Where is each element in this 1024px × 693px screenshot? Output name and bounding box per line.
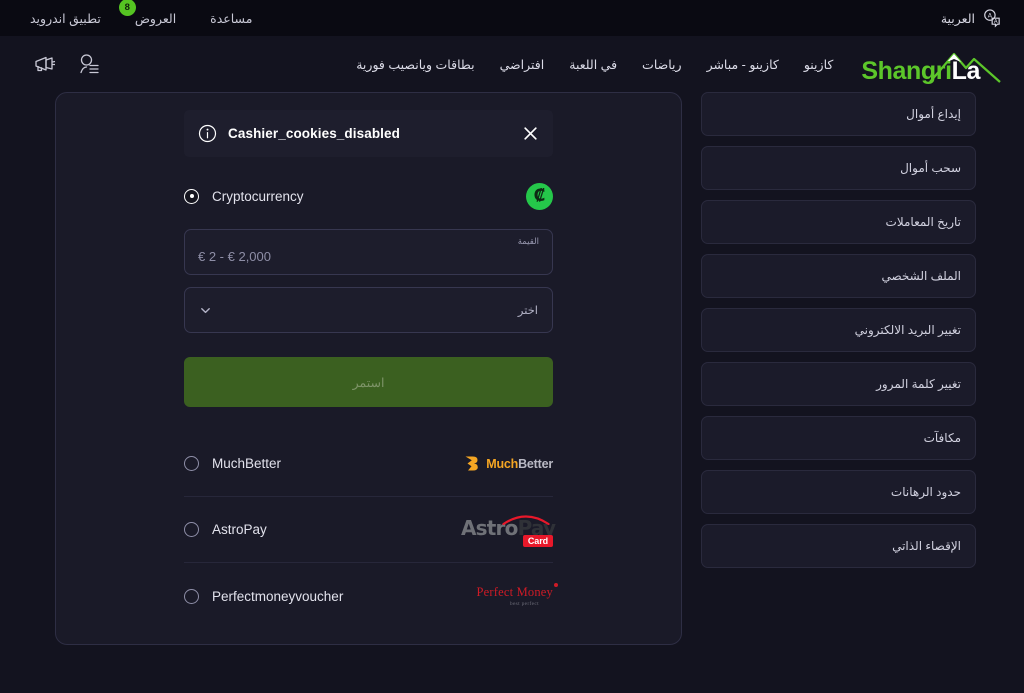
topbar-link-promotions[interactable]: العروض 8	[118, 0, 177, 26]
sidebar-item-label: تغيير كلمة المرور	[876, 377, 961, 391]
muchbetter-mark-icon	[465, 456, 479, 471]
language-switcher[interactable]: A A العربية	[941, 8, 1002, 28]
account-icon[interactable]	[76, 51, 102, 77]
svg-text:A: A	[988, 13, 993, 20]
cashier-card-inner: Cashier_cookies_disabled Cryptocurrency …	[56, 110, 681, 629]
nav-item-in-play[interactable]: في اللعبة	[569, 57, 617, 72]
sidebar-item-label: الملف الشخصي	[881, 269, 961, 283]
perfectmoney-dot-icon	[554, 583, 558, 588]
amount-input-label: القيمة	[517, 236, 539, 246]
translate-icon: A A	[982, 8, 1002, 28]
radio-perfectmoneyvoucher[interactable]	[184, 588, 199, 604]
close-icon[interactable]	[522, 125, 539, 142]
cashier-card: Cashier_cookies_disabled Cryptocurrency …	[55, 92, 682, 645]
payment-method-perfectmoneyvoucher[interactable]: Perfectmoneyvoucher Perfect Money best p…	[184, 563, 558, 629]
topbar-link-android-app[interactable]: تطبيق اندرويد	[30, 11, 101, 26]
info-icon	[198, 124, 217, 143]
chevron-down-icon	[199, 304, 212, 317]
site-header: ShangriLa كازينو كازينو - مباشر رياضات ف…	[0, 36, 1024, 92]
perfectmoney-logo: Perfect Money best perfect	[463, 579, 558, 613]
sidebar-item-profile[interactable]: الملف الشخصي	[701, 254, 976, 298]
topbar-link-android-app-label: تطبيق اندرويد	[30, 11, 101, 26]
cashier-page: A A العربية مساعدة العروض 8 تطبيق اندروي…	[0, 0, 1024, 693]
sidebar-item-change-password[interactable]: تغيير كلمة المرور	[701, 362, 976, 406]
other-payment-methods: MuchBetter MuchBetter AstroPay AstroPay …	[184, 431, 558, 629]
sidebar-item-label: سحب أموال	[900, 161, 961, 175]
promotions-badge: 8	[118, 0, 136, 16]
sidebar-item-transaction-history[interactable]: تاريخ المعاملات	[701, 200, 976, 244]
sidebar-item-label: حدود الرهانات	[890, 485, 961, 499]
payment-method-muchbetter[interactable]: MuchBetter MuchBetter	[184, 431, 553, 497]
payment-method-label: AstroPay	[212, 522, 267, 537]
topbar-link-help-label: مساعدة	[210, 11, 253, 26]
muchbetter-logo-secondary: Better	[518, 456, 553, 471]
sidebar-item-self-exclusion[interactable]: الإقصاء الذاتي	[701, 524, 976, 568]
nav-item-live-casino[interactable]: كازينو - مباشر	[707, 57, 779, 72]
sidebar-item-withdraw[interactable]: سحب أموال	[701, 146, 976, 190]
continue-button[interactable]: استمر	[184, 357, 553, 407]
currency-select-value: اختر	[517, 305, 538, 317]
payment-method-label: Cryptocurrency	[212, 188, 304, 204]
muchbetter-logo-primary: Much	[486, 456, 519, 471]
sidebar-item-deposit[interactable]: إيداع أموال	[701, 92, 976, 136]
megaphone-icon[interactable]	[32, 51, 58, 77]
header-icon-group	[32, 51, 102, 77]
logo-text-white: La	[951, 57, 981, 85]
logo-wordmark: ShangriLa	[861, 59, 980, 84]
sidebar-item-label: إيداع أموال	[906, 107, 961, 121]
sidebar-item-label: الإقصاء الذاتي	[892, 539, 961, 553]
nav-item-casino[interactable]: كازينو	[804, 57, 834, 72]
nav-item-instant-lottery[interactable]: بطاقات ويانصيب فورية	[356, 57, 474, 72]
radio-muchbetter[interactable]	[184, 456, 199, 471]
topbar-link-help[interactable]: مساعدة	[210, 11, 252, 26]
nav-item-virtual[interactable]: افتراضي	[500, 57, 545, 72]
page-content: إيداع أموال سحب أموال تاريخ المعاملات ال…	[0, 92, 1024, 693]
amount-input[interactable]: € 2 - € 2,000	[198, 247, 539, 267]
nav-item-sports[interactable]: رياضات	[642, 57, 682, 72]
language-button[interactable]: A A العربية	[941, 8, 1002, 28]
sidebar-item-bonuses[interactable]: مكافآت	[701, 416, 976, 460]
perfectmoney-logo-primary: Perfect Money	[476, 585, 553, 600]
svg-text:A: A	[994, 19, 998, 25]
astropay-arc-icon	[502, 514, 550, 525]
logo-text-green: Shangri	[861, 57, 952, 85]
sidebar-item-betting-limits[interactable]: حدود الرهانات	[701, 470, 976, 514]
account-sidebar: إيداع أموال سحب أموال تاريخ المعاملات ال…	[701, 92, 976, 568]
perfectmoney-logo-secondary: best perfect	[509, 601, 539, 608]
sidebar-item-change-email[interactable]: تغيير البريد الالكتروني	[701, 308, 976, 352]
site-logo[interactable]: ShangriLa	[861, 44, 1001, 84]
sidebar-item-label: تاريخ المعاملات	[885, 215, 961, 229]
payment-method-astropay[interactable]: AstroPay AstroPay Card	[184, 497, 556, 563]
alert-title: Cashier_cookies_disabled	[228, 126, 400, 141]
topbar-link-promotions-label: العروض	[134, 11, 177, 26]
crypto-coin-icon: ₡	[526, 182, 553, 210]
cookies-disabled-alert: Cashier_cookies_disabled	[184, 110, 553, 157]
astropay-logo: AstroPay Card	[461, 513, 556, 547]
sidebar-item-label: مكافآت	[923, 431, 961, 445]
astropay-card-badge: Card	[522, 534, 553, 547]
payment-method-label: Perfectmoneyvoucher	[212, 588, 344, 604]
language-label: العربية	[940, 11, 975, 26]
main-navigation: كازينو كازينو - مباشر رياضات في اللعبة ا…	[356, 57, 833, 72]
topbar-links: مساعدة العروض 8 تطبيق اندرويد	[30, 0, 252, 26]
radio-astropay[interactable]	[184, 522, 199, 537]
top-utility-bar: A A العربية مساعدة العروض 8 تطبيق اندروي…	[0, 0, 1024, 36]
muchbetter-logo: MuchBetter	[462, 447, 553, 481]
payment-method-label: MuchBetter	[212, 456, 282, 471]
sidebar-item-label: تغيير البريد الالكتروني	[854, 323, 961, 337]
currency-select[interactable]: اختر	[184, 287, 553, 333]
cryptocurrency-logo: ₡	[463, 179, 553, 213]
payment-method-cryptocurrency[interactable]: Cryptocurrency ₡	[184, 163, 553, 229]
amount-input-wrapper[interactable]: القيمة € 2 - € 2,000	[184, 229, 553, 275]
radio-cryptocurrency[interactable]	[184, 188, 199, 204]
